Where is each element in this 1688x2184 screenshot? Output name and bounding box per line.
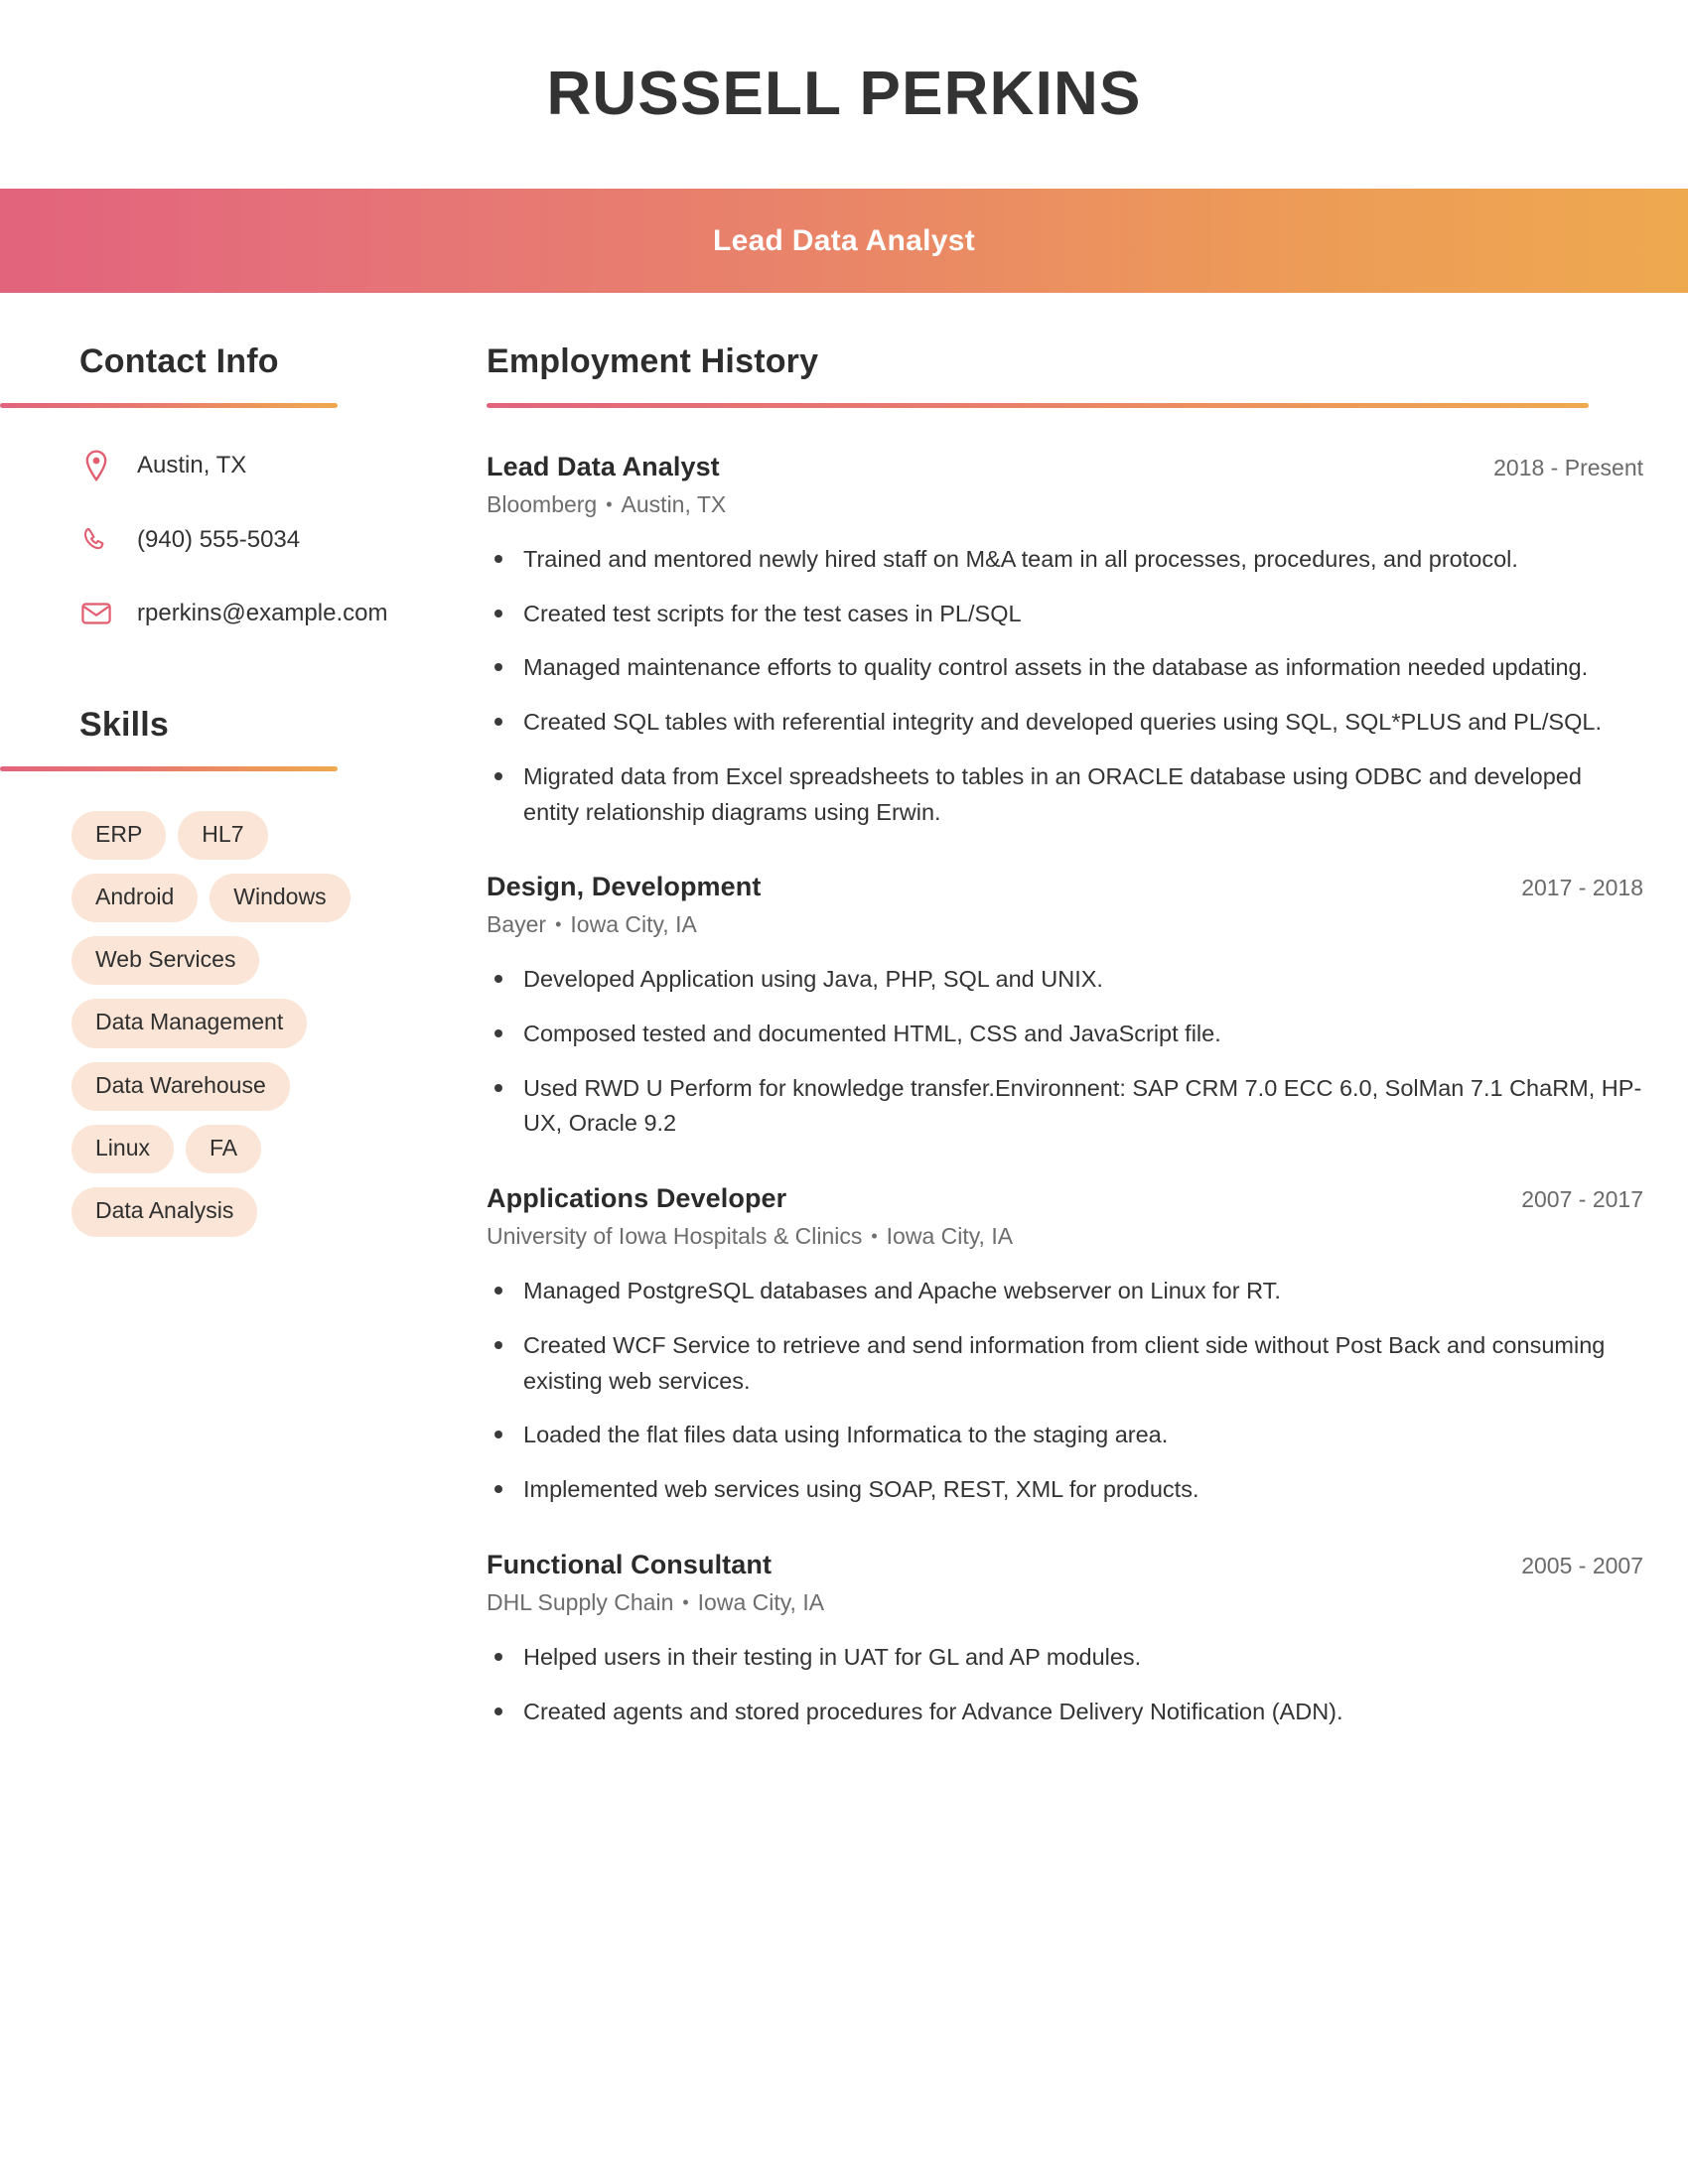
candidate-name: RUSSELL PERKINS [546,60,1142,128]
contact-email-text: rperkins@example.com [137,599,388,626]
job-dates: 2017 - 2018 [1521,875,1643,901]
skill-tag: Data Management [71,999,308,1048]
contact-item-location[interactable]: Austin, TX [79,450,487,481]
skill-tag: Data Warehouse [71,1061,290,1112]
job-bullet: Used RWD U Perform for knowledge transfe… [487,1071,1643,1142]
phone-icon [79,526,113,554]
bullet-separator-icon: • [682,1591,689,1612]
job-bullet: Created SQL tables with referential inte… [487,705,1643,741]
job-bullet: Loaded the flat files data using Informa… [487,1418,1643,1453]
main-column: Employment History Lead Data Analyst 2018… [487,342,1688,1771]
job-position: Design, Development [487,872,762,902]
job-entry: Lead Data Analyst 2018 - Present Bloomberg… [487,452,1643,830]
job-company-location: Bloomberg • Austin, TX [487,491,1643,518]
candidate-job-title: Lead Data Analyst [712,223,976,257]
job-title-band: Lead Data Analyst [0,189,1688,293]
skills-section: Skills ERP HL7 Android Windows Web Services D… [0,706,487,1237]
job-bullet-list: Developed Application using Java, PHP, S… [487,962,1643,1142]
job-position: Applications Developer [487,1183,787,1214]
skill-tag: Web Services [71,936,260,986]
resume-body: Contact Info Austin, TX (940) 555-5034 r… [0,293,1688,1771]
job-company: University of Iowa Hospitals & Clinics [487,1223,863,1250]
job-bullet: Trained and mentored newly hired staff o… [487,542,1643,578]
skill-tag: Android [71,873,199,923]
skills-heading: Skills [79,705,170,744]
contact-info-heading: Contact Info [79,342,279,380]
job-bullet: Created WCF Service to retrieve and send… [487,1328,1643,1399]
job-dates: 2005 - 2007 [1521,1552,1643,1578]
job-position: Lead Data Analyst [487,452,720,481]
job-company-location: University of Iowa Hospitals & Clinics • I… [487,1223,1643,1250]
contact-phone-text: (940) 555-5034 [137,526,301,553]
bullet-separator-icon: • [555,914,562,935]
job-bullet-list: Managed PostgreSQL databases and Apache … [487,1274,1643,1508]
skill-tag: HL7 [178,810,268,860]
location-pin-icon [79,450,113,481]
job-header: Design, Development 2017 - 2018 [487,872,1643,902]
sidebar-column: Contact Info Austin, TX (940) 555-5034 r… [0,342,487,1237]
employment-history-section: Employment History Lead Data Analyst 2018… [487,342,1643,1729]
job-bullet-list: Helped users in their testing in UAT for… [487,1640,1643,1729]
job-location: Iowa City, IA [886,1223,1014,1250]
job-entry: Applications Developer 2007 - 2017 Univers… [487,1183,1643,1508]
envelope-icon [79,602,113,625]
job-header: Applications Developer 2007 - 2017 [487,1183,1643,1214]
job-bullet: Composed tested and documented HTML, CSS… [487,1017,1643,1052]
job-location: Austin, TX [621,491,727,517]
skills-divider [0,765,338,771]
skill-tag: Linux [71,1125,174,1174]
resume-page: RUSSELL PERKINS Lead Data Analyst Contac… [0,0,1688,2184]
job-entry: Design, Development 2017 - 2018 Bayer • Iowa… [487,872,1643,1142]
contact-item-phone[interactable]: (940) 555-5034 [79,526,487,555]
contact-list: Austin, TX (940) 555-5034 rperkins@examp… [0,450,487,628]
job-dates: 2018 - Present [1493,455,1643,480]
job-company: Bloomberg [487,491,598,517]
contact-location-text: Austin, TX [137,451,247,478]
job-company: Bayer [487,911,547,938]
job-bullet: Created agents and stored procedures for… [487,1695,1643,1730]
bullet-separator-icon: • [606,494,613,514]
job-position: Functional Consultant [487,1549,773,1579]
job-bullet: Helped users in their testing in UAT for… [487,1640,1643,1676]
contact-item-email[interactable]: rperkins@example.com [79,600,487,628]
employment-history-divider [487,403,1589,408]
job-dates: 2007 - 2017 [1521,1186,1643,1213]
employment-history-heading: Employment History [487,342,819,380]
job-location: Iowa City, IA [570,911,697,938]
job-bullet-list: Trained and mentored newly hired staff o… [487,542,1643,830]
skill-tag: ERP [71,810,167,860]
job-bullet: Managed PostgreSQL databases and Apache … [487,1274,1643,1309]
bullet-separator-icon: • [871,1226,878,1247]
skill-tag: Data Analysis [71,1187,258,1237]
job-bullet: Developed Application using Java, PHP, S… [487,962,1643,998]
contact-info-divider [0,403,338,408]
job-bullet: Migrated data from Excel spreadsheets to… [487,759,1643,830]
contact-info-section: Contact Info Austin, TX (940) 555-5034 r… [0,342,487,628]
job-bullet: Managed maintenance efforts to quality c… [487,650,1643,686]
job-bullet: Created test scripts for the test cases … [487,597,1643,632]
job-entry: Functional Consultant 2005 - 2007 DHL Supp… [487,1550,1643,1729]
skill-tag: Windows [210,873,351,923]
job-company: DHL Supply Chain [487,1588,674,1615]
skill-tag: FA [185,1125,262,1174]
job-bullet: Implemented web services using SOAP, RES… [487,1472,1643,1508]
job-list: Lead Data Analyst 2018 - Present Bloomberg… [487,452,1643,1729]
job-location: Iowa City, IA [697,1588,825,1615]
job-company-location: Bayer • Iowa City, IA [487,911,1643,938]
job-company-location: DHL Supply Chain • Iowa City, IA [487,1589,1643,1616]
skills-tag-list: ERP HL7 Android Windows Web Services Data Man… [0,810,407,1237]
resume-header: RUSSELL PERKINS [0,0,1688,189]
job-header: Lead Data Analyst 2018 - Present [487,452,1643,482]
job-header: Functional Consultant 2005 - 2007 [487,1550,1643,1580]
